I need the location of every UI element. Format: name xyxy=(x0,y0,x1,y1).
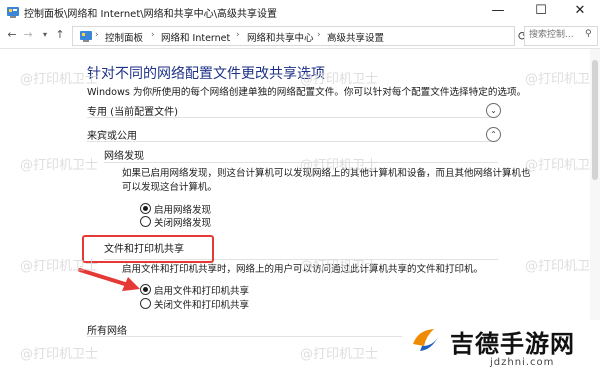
watermark: @打印机卫士 xyxy=(20,158,99,173)
breadcrumb-advanced-sharing[interactable]: 高级共享设置 xyxy=(327,30,384,44)
breadcrumb-separator-icon: › xyxy=(95,30,99,40)
guest-profile-label: 来宾或公用 xyxy=(87,131,137,142)
watermark: @打印机卫士 xyxy=(20,259,99,274)
watermark: @打印机卫士 xyxy=(20,72,99,87)
logo-mark-icon xyxy=(413,329,439,351)
watermark: @打印机卫士 xyxy=(300,158,379,173)
address-box[interactable]: › 控制面板 › 网络和 Internet › 网络和共享中心 › 高级共享设置… xyxy=(72,26,575,46)
highlight-box xyxy=(82,235,214,263)
all-networks-label: 所有网络 xyxy=(87,326,127,337)
breadcrumb-network-sharing-center[interactable]: 网络和共享中心 xyxy=(247,30,314,44)
watermark: @打印机卫士 xyxy=(525,72,600,87)
network-discovery-title: 网络发现 xyxy=(104,151,144,162)
radio-label: 启用文件和打印机共享 xyxy=(154,286,250,297)
breadcrumb-separator-icon: › xyxy=(236,30,240,40)
radio-unselected-icon[interactable] xyxy=(140,298,151,309)
minimize-button[interactable]: — xyxy=(478,0,518,24)
radio-label: 关闭网络发现 xyxy=(154,218,212,229)
section-divider xyxy=(87,141,497,142)
collapse-chevron-icon[interactable]: ⌃ xyxy=(486,127,501,142)
control-panel-icon xyxy=(7,7,19,18)
search-box[interactable]: ⚲ xyxy=(524,26,598,46)
section-divider xyxy=(87,117,497,118)
logo-domain-text: jdzhni.com xyxy=(490,357,555,368)
title-bar: 控制面板\网络和 Internet\网络和共享中心\高级共享设置 — ☐ ✕ xyxy=(0,0,600,24)
expand-chevron-icon[interactable]: ⌄ xyxy=(486,103,501,118)
search-input[interactable] xyxy=(525,27,589,43)
watermark: @打印机卫士 xyxy=(300,347,379,362)
window-title: 控制面板\网络和 Internet\网络和共享中心\高级共享设置 xyxy=(24,9,277,20)
breadcrumb-control-panel[interactable]: 控制面板 xyxy=(105,30,143,44)
forward-arrow-icon[interactable]: → xyxy=(20,27,36,43)
watermark: @打印机卫士 xyxy=(20,347,99,362)
up-arrow-icon[interactable]: ↑ xyxy=(52,27,68,43)
page-title: 针对不同的网络配置文件更改共享选项 xyxy=(87,66,325,82)
radio-unselected-icon[interactable] xyxy=(140,216,151,227)
breadcrumb-separator-icon: › xyxy=(317,30,321,40)
radio-selected-icon[interactable] xyxy=(140,203,151,214)
watermark: @打印机卫士 xyxy=(525,259,600,274)
close-button[interactable]: ✕ xyxy=(560,0,600,24)
scrollbar-thumb[interactable] xyxy=(592,60,598,180)
back-arrow-icon[interactable]: ← xyxy=(4,27,20,43)
radio-label: 关闭文件和打印机共享 xyxy=(154,300,250,311)
network-discovery-desc-line2: 可以发现这台计算机。 xyxy=(122,182,218,193)
watermark: @打印机卫士 xyxy=(300,259,379,274)
watermark: @打印机卫士 xyxy=(525,158,600,173)
address-bar: ← → ▾ ↑ › 控制面板 › 网络和 Internet › 网络和共享中心 … xyxy=(0,24,600,49)
site-logo: 吉德手游网 jdzhni.com xyxy=(402,320,600,375)
search-icon: ⚲ xyxy=(585,29,592,39)
breadcrumb-network-internet[interactable]: 网络和 Internet xyxy=(161,30,230,44)
control-panel-icon xyxy=(80,31,92,42)
watermark: @打印机卫士 xyxy=(300,72,379,87)
control-panel-window: 控制面板\网络和 Internet\网络和共享中心\高级共享设置 — ☐ ✕ ←… xyxy=(0,0,600,375)
logo-brand-text: 吉德手游网 xyxy=(450,330,575,358)
radio-label: 启用网络发现 xyxy=(154,205,212,216)
private-profile-label: 专用 (当前配置文件) xyxy=(87,107,178,118)
breadcrumb-separator-icon: › xyxy=(151,30,155,40)
recent-locations-chevron-icon[interactable]: ▾ xyxy=(37,27,53,43)
maximize-button[interactable]: ☐ xyxy=(521,0,561,24)
